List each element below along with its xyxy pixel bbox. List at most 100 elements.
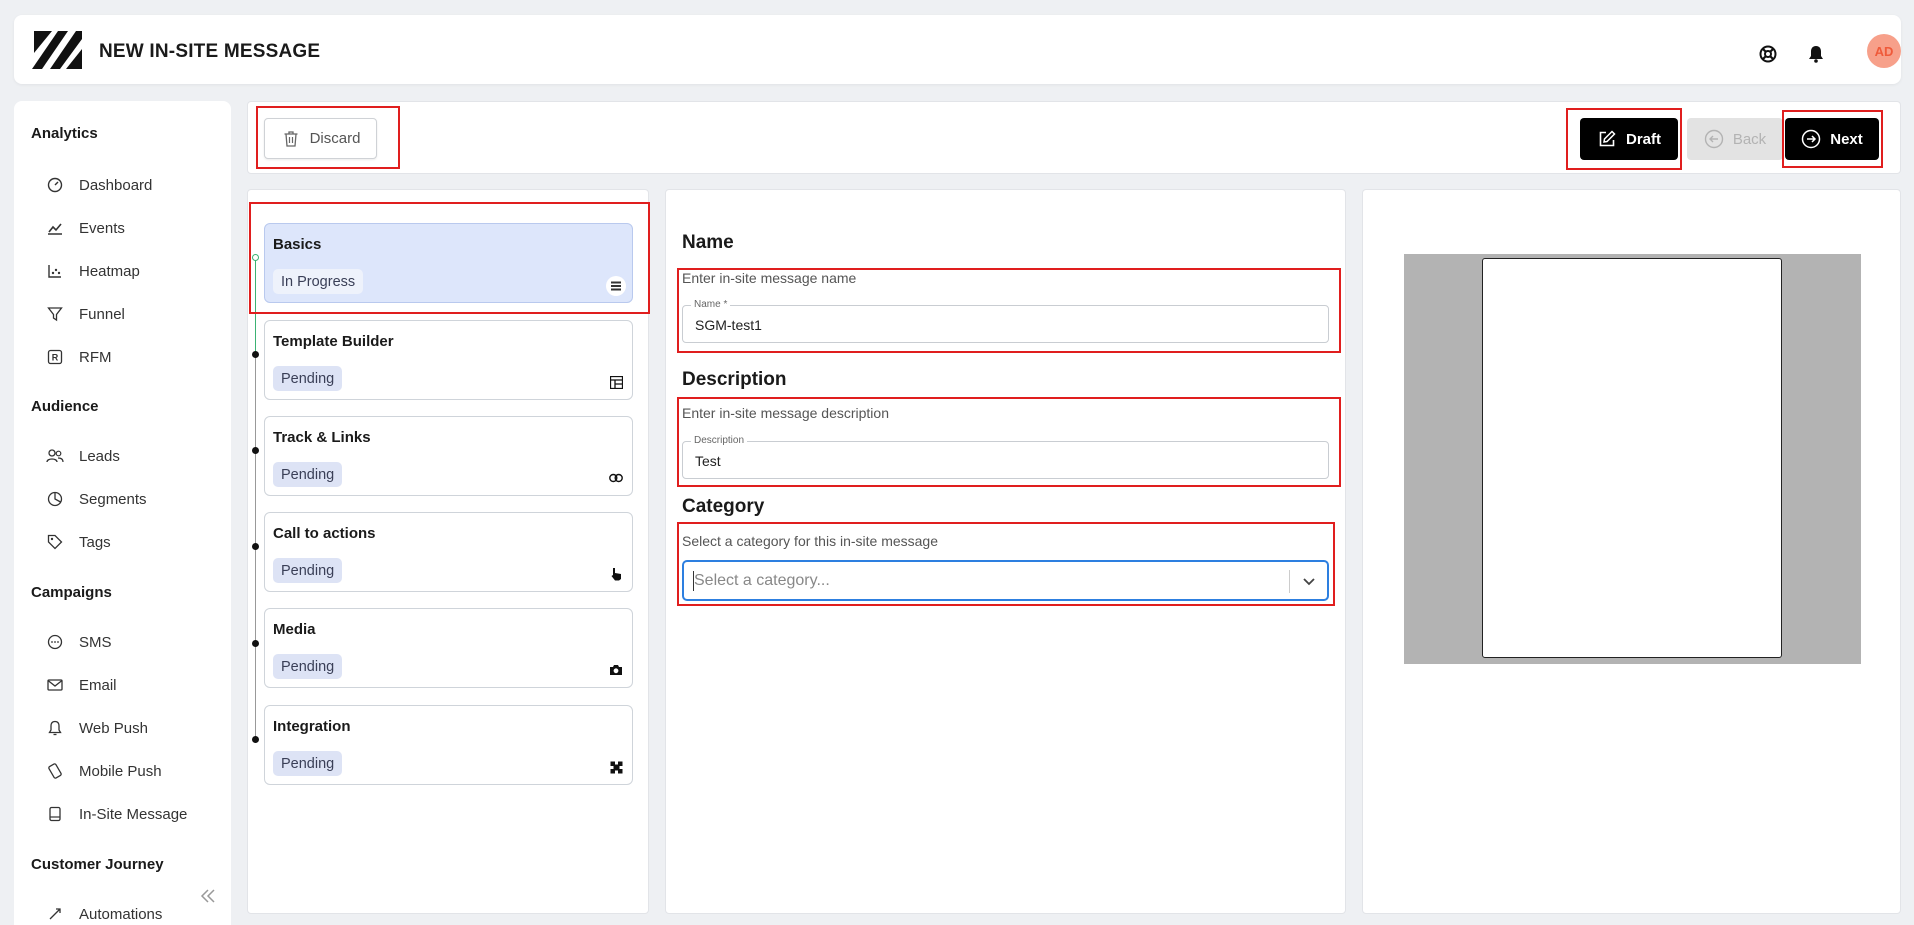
sidebar-item-dashboard[interactable]: Dashboard [45,172,152,198]
support-icon[interactable] [1757,43,1779,65]
step-dot-basics [252,254,259,261]
category-hint: Select a category for this in-site messa… [682,533,939,549]
sidebar-item-label: Dashboard [79,176,153,194]
step-call-to-actions[interactable]: Call to actions Pending [264,512,633,592]
sidebar-item-label: Mobile Push [79,762,162,780]
discard-button[interactable]: Discard [264,118,377,159]
sidebar-item-label: Segments [79,490,147,508]
category-placeholder: Select a category... [694,572,830,589]
description-field-label: Description [691,435,748,446]
automations-icon [45,904,65,924]
arrow-left-circle-icon [1704,129,1724,149]
status-badge: Pending [273,654,343,679]
tag-icon [45,532,65,552]
step-title: Basics [273,236,322,253]
sidebar-item-label: RFM [79,348,112,366]
sidebar-item-label: Email [79,676,117,694]
back-label: Back [1732,130,1767,148]
step-media[interactable]: Media Pending [264,608,633,688]
dashboard-icon [45,175,65,195]
sidebar-item-segments[interactable]: Segments [45,486,147,512]
sidebar-item-label: In-Site Message [79,805,188,823]
bell-icon[interactable] [1805,43,1827,65]
description-field[interactable]: Description Test [682,435,1329,479]
sidebar-item-label: Heatmap [79,262,140,280]
step-integration[interactable]: Integration Pending [264,705,633,785]
step-dot [252,640,259,647]
step-dot [252,447,259,454]
chevron-down-icon[interactable] [1301,573,1317,589]
segments-icon [45,489,65,509]
sidebar-item-email[interactable]: Email [45,672,117,698]
step-dot [252,736,259,743]
sidebar-item-label: Automations [79,905,163,923]
step-title: Call to actions [273,525,376,542]
pointer-icon [608,566,624,582]
step-title: Track & Links [273,429,371,446]
step-dot [252,351,259,358]
sidebar-item-funnel[interactable]: Funnel [45,301,125,327]
arrow-right-circle-icon [1801,129,1821,149]
name-field-value: SGM-test1 [695,317,762,333]
in-site-message-icon [45,804,65,824]
page-title: NEW IN-SITE MESSAGE [99,41,321,62]
sms-icon [45,632,65,652]
sidebar-section-customer-journey: Customer Journey [31,856,164,873]
sidebar-item-heatmap[interactable]: Heatmap [45,258,140,284]
sidebar-item-label: Web Push [79,719,148,737]
leads-icon [45,446,65,466]
step-title: Media [273,621,316,638]
sidebar-item-automations[interactable]: Automations [45,901,162,925]
status-badge: Pending [273,366,343,391]
back-button[interactable]: Back [1687,118,1783,160]
edit-icon [1597,129,1617,149]
select-separator [1289,570,1290,593]
step-track-links[interactable]: Track & Links Pending [264,416,633,496]
sidebar-item-mobile-push[interactable]: Mobile Push [45,758,162,784]
draft-button[interactable]: Draft [1580,118,1678,160]
events-icon [45,218,65,238]
category-select[interactable]: Select a category... [682,560,1329,601]
discard-label: Discard [309,130,361,147]
name-field[interactable]: Name * SGM-test1 [682,299,1329,343]
funnel-icon [45,304,65,324]
sidebar-item-events[interactable]: Events [45,215,125,241]
status-badge: Pending [273,751,343,776]
next-button[interactable]: Next [1785,118,1879,160]
sidebar-item-sms[interactable]: SMS [45,629,112,655]
name-hint: Enter in-site message name [682,270,857,286]
sidebar-item-label: Funnel [79,305,125,323]
step-dot [252,543,259,550]
next-label: Next [1830,130,1863,148]
status-badge: Pending [273,558,343,583]
sidebar-item-in-site-message[interactable]: In-Site Message [45,801,187,827]
sidebar-item-tags[interactable]: Tags [45,529,111,555]
bell-icon [45,718,65,738]
sidebar-section-campaigns: Campaigns [31,584,112,601]
sidebar-item-web-push[interactable]: Web Push [45,715,148,741]
svg-text:R: R [52,353,59,363]
sidebar: Analytics Dashboard Events Heatmap Funne… [14,101,231,925]
draft-label: Draft [1625,130,1661,148]
name-field-label: Name * [691,299,731,310]
sidebar-item-label: Tags [79,533,111,551]
sidebar-item-rfm[interactable]: R RFM [45,344,112,370]
avatar[interactable]: AD [1867,34,1901,68]
description-heading: Description [682,369,787,390]
collapse-sidebar-icon[interactable] [198,886,218,906]
step-template-builder[interactable]: Template Builder Pending [264,320,633,400]
action-bar: Discard Draft Back Next [247,101,1901,174]
sidebar-section-audience: Audience [31,398,99,415]
top-header: NEW IN-SITE MESSAGE AD [14,15,1901,84]
name-heading: Name [682,232,734,253]
sidebar-item-leads[interactable]: Leads [45,443,120,469]
brand-logo[interactable] [30,27,84,73]
sidebar-item-label: Leads [79,447,120,465]
sidebar-item-label: Events [79,219,125,237]
steps-panel: Basics In Progress Template Builder Pend… [247,189,649,914]
sidebar-section-analytics: Analytics [31,125,98,142]
step-basics[interactable]: Basics In Progress [264,223,633,303]
basics-form: Name Enter in-site message name Name * S… [665,189,1346,914]
description-hint: Enter in-site message description [682,405,889,421]
camera-icon [608,662,624,678]
